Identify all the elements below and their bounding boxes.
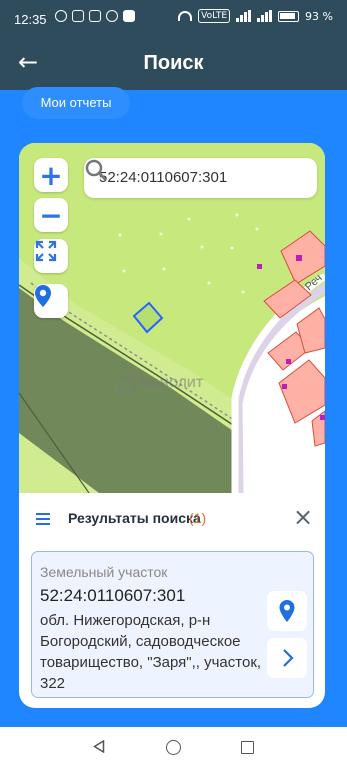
chevron-right-icon <box>283 649 294 667</box>
square-recent-icon[interactable] <box>241 741 254 754</box>
triangle-back-icon[interactable] <box>93 740 105 753</box>
watermark-text: МОНОЛИТ <box>140 376 204 390</box>
status-left-icons <box>55 10 135 22</box>
expand-icon <box>35 240 57 262</box>
heart-app-icon <box>123 10 135 22</box>
search-icon[interactable] <box>84 158 108 182</box>
eye-icon <box>55 10 67 22</box>
open-result-button[interactable] <box>267 638 307 678</box>
plus-icon: + <box>39 158 63 192</box>
result-type: Земельный участок <box>40 564 168 580</box>
status-bar: 12:35 VoLTE 93 % <box>0 0 347 38</box>
location-pin-icon <box>35 285 51 307</box>
monolit-logo-icon <box>119 375 135 393</box>
map-view[interactable]: Реч + − 52:24:0110607:301 МОНОЛИТ <box>19 143 325 493</box>
status-right: VoLTE 93 % <box>178 9 333 23</box>
status-time: 12:35 <box>14 12 47 27</box>
volte-icon: VoLTE <box>198 9 231 23</box>
minus-icon: − <box>39 198 63 232</box>
result-cadastral-number: 52:24:0110607:301 <box>40 586 186 605</box>
results-title: Результаты поиска <box>68 510 201 526</box>
menu-icon[interactable] <box>36 513 50 525</box>
cadastral-search-input[interactable]: 52:24:0110607:301 <box>84 158 317 198</box>
cadastral-search-value: 52:24:0110607:301 <box>99 169 228 186</box>
my-reports-button[interactable]: Мои отчеты <box>22 87 130 119</box>
circle-home-icon[interactable] <box>166 740 181 755</box>
wifi-icon <box>178 11 193 21</box>
battery-percent: 93 % <box>305 9 333 23</box>
app-header: ← Поиск <box>0 38 347 90</box>
results-header: Результаты поиска (1) × <box>19 498 325 538</box>
locate-button[interactable] <box>34 284 68 318</box>
signal-icon <box>257 10 273 22</box>
expand-map-button[interactable] <box>34 239 68 273</box>
zoom-out-button[interactable]: − <box>34 198 68 232</box>
result-address: обл. Нижегородская, р-н Богородский, сад… <box>40 612 262 692</box>
show-on-map-button[interactable] <box>267 591 307 631</box>
page-title: Поиск <box>143 52 204 74</box>
cloud-icon <box>106 10 118 22</box>
zoom-in-button[interactable]: + <box>34 158 68 192</box>
system-navigation-bar <box>0 727 347 768</box>
close-icon[interactable]: × <box>293 505 313 529</box>
results-count: (1) <box>189 510 207 526</box>
x-icon <box>89 10 101 22</box>
watermark: МОНОЛИТ <box>119 375 204 393</box>
location-pin-icon <box>279 600 295 622</box>
signal-icon <box>236 10 252 22</box>
n-icon <box>72 10 84 22</box>
result-card[interactable]: Земельный участок 52:24:0110607:301 обл.… <box>31 551 314 698</box>
search-card: Реч + − 52:24:0110607:301 МОНОЛИТ Резуль… <box>19 143 325 708</box>
battery-icon <box>278 10 300 22</box>
